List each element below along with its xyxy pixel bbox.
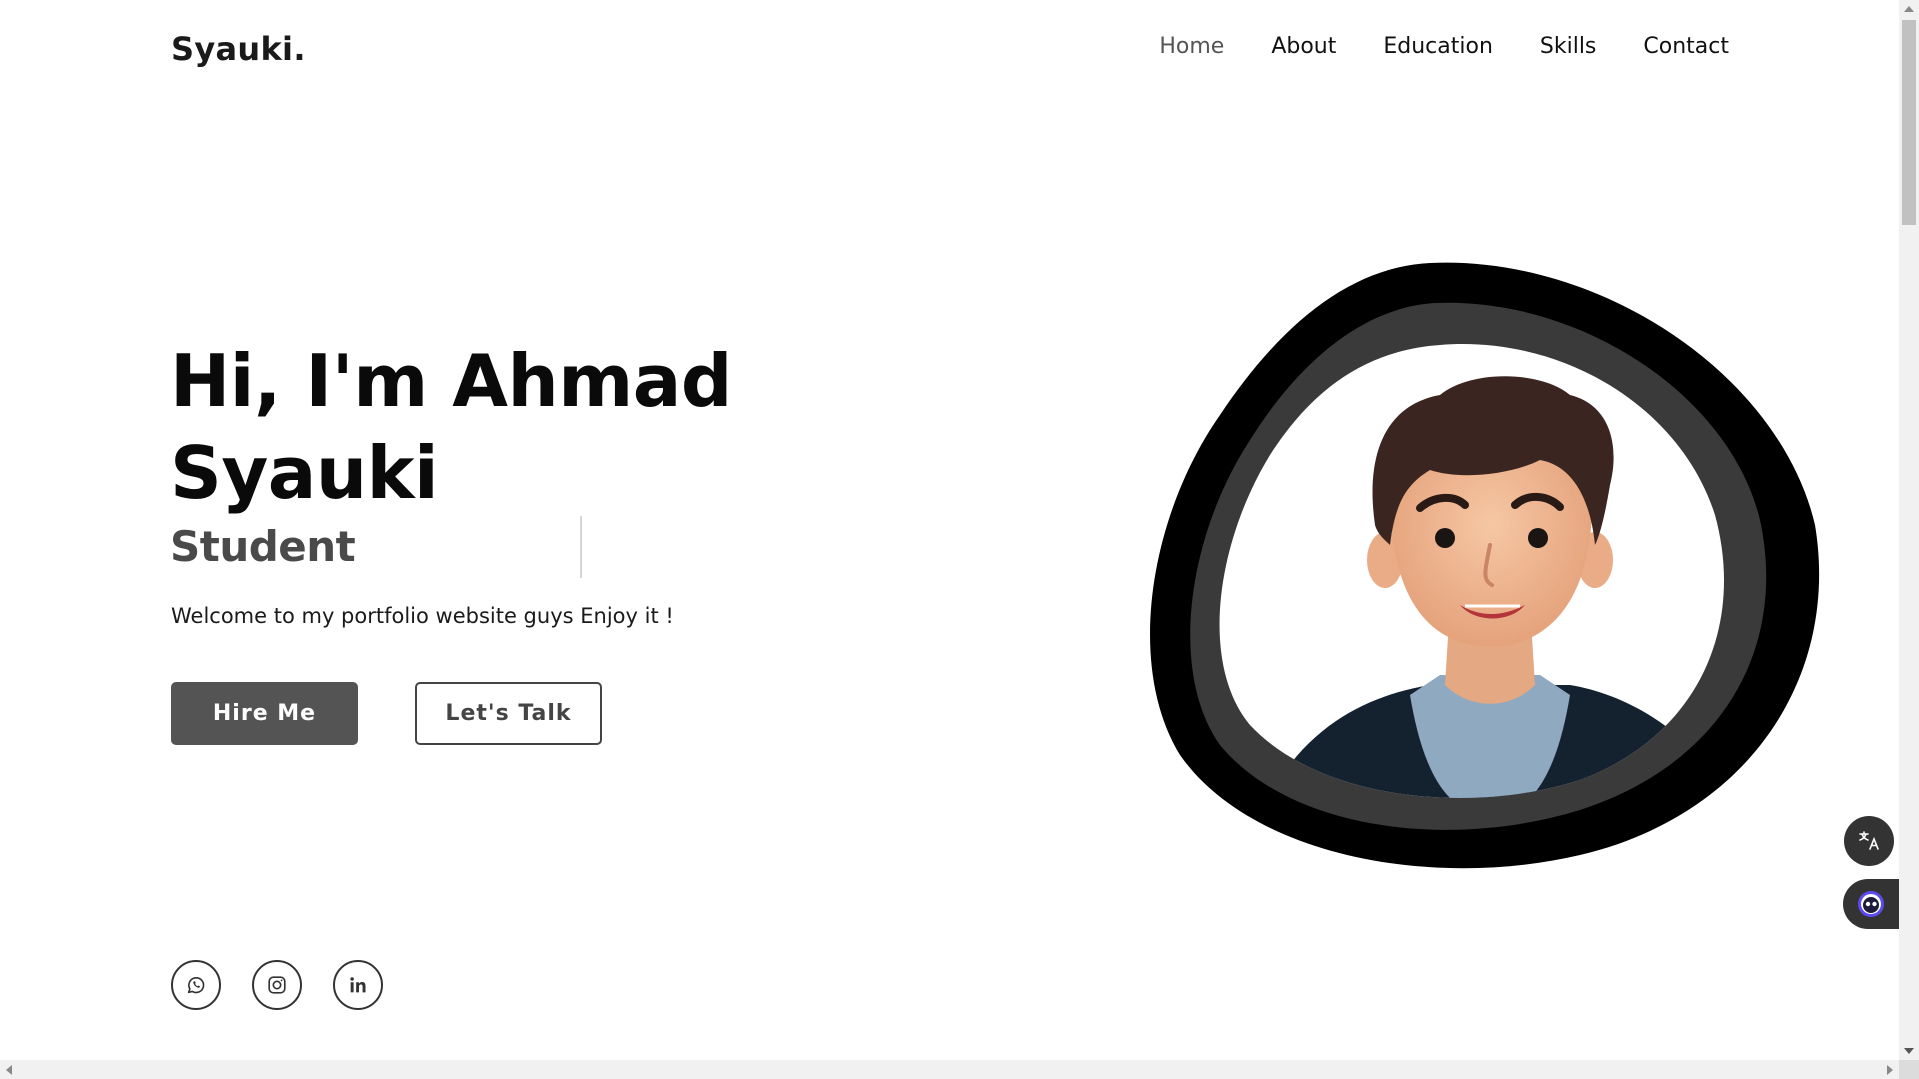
scrollbar-corner — [1899, 1060, 1919, 1079]
nav-contact[interactable]: Contact — [1643, 34, 1729, 59]
vertical-scrollbar[interactable] — [1899, 0, 1919, 1060]
main-nav: Home About Education Skills Contact — [1159, 34, 1729, 59]
hero-title-line1: Hi, I'm Ahmad — [170, 339, 732, 423]
hero-title: Hi, I'm Ahmad Syauki — [170, 335, 890, 519]
typing-caret — [580, 516, 582, 578]
scroll-down-arrow-icon[interactable] — [1904, 1048, 1914, 1054]
hero-description: Welcome to my portfolio website guys Enj… — [171, 604, 674, 628]
hero-role: Student — [170, 522, 356, 571]
lets-talk-button[interactable]: Let's Talk — [415, 682, 602, 745]
social-links — [171, 960, 383, 1010]
site-logo[interactable]: Syauki. — [171, 30, 306, 68]
translate-icon — [1859, 831, 1879, 850]
linkedin-icon — [350, 977, 366, 993]
avatar-illustration — [1150, 262, 1820, 869]
assistant-icon — [1858, 891, 1884, 917]
instagram-icon — [268, 976, 286, 994]
nav-education[interactable]: Education — [1383, 34, 1493, 59]
instagram-link[interactable] — [252, 960, 302, 1010]
hire-me-button[interactable]: Hire Me — [171, 682, 358, 745]
nav-home[interactable]: Home — [1159, 34, 1224, 59]
vertical-scroll-thumb[interactable] — [1902, 20, 1916, 225]
translate-widget-button[interactable] — [1844, 816, 1894, 866]
whatsapp-icon — [187, 977, 205, 994]
scroll-up-arrow-icon[interactable] — [1904, 6, 1914, 12]
nav-skills[interactable]: Skills — [1540, 34, 1597, 59]
hero-title-line2: Syauki — [170, 431, 439, 515]
scroll-left-arrow-icon[interactable] — [6, 1065, 12, 1075]
scroll-right-arrow-icon[interactable] — [1887, 1065, 1893, 1075]
assistant-widget-button[interactable] — [1843, 879, 1899, 929]
nav-about[interactable]: About — [1271, 34, 1336, 59]
whatsapp-link[interactable] — [171, 960, 221, 1010]
horizontal-scrollbar[interactable] — [0, 1060, 1899, 1079]
linkedin-link[interactable] — [333, 960, 383, 1010]
